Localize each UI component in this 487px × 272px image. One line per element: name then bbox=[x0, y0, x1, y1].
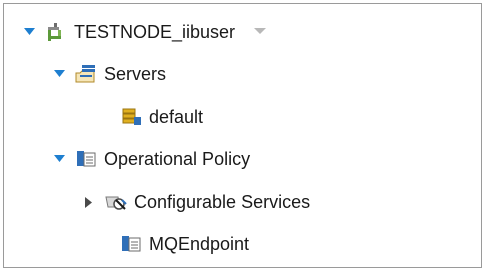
tree-node-label: TESTNODE_iibuser bbox=[74, 22, 236, 42]
navigator-tree-panel: TESTNODE_iibuser Servers default Operati… bbox=[3, 3, 482, 268]
integration-node-icon bbox=[44, 20, 68, 44]
expanded-chevron-icon[interactable] bbox=[22, 25, 36, 39]
expanded-chevron-icon[interactable] bbox=[52, 152, 66, 166]
tree-node-label: Operational Policy bbox=[104, 149, 251, 169]
tree-node-testnode[interactable]: TESTNODE_iibuser bbox=[22, 16, 267, 48]
expanded-chevron-icon[interactable] bbox=[52, 67, 66, 81]
mqendpoint-icon bbox=[119, 232, 143, 256]
tree-node-label: Configurable Services bbox=[134, 192, 311, 212]
operational-policy-icon bbox=[74, 147, 98, 171]
tree-node-configurable-services[interactable]: Configurable Services bbox=[82, 186, 310, 218]
configurable-services-icon bbox=[104, 190, 128, 214]
node-menu-dropdown-icon[interactable] bbox=[253, 25, 267, 39]
tree-node-servers[interactable]: Servers bbox=[52, 58, 166, 90]
tree-node-label: MQEndpoint bbox=[149, 234, 250, 254]
tree-node-label: Servers bbox=[104, 64, 167, 84]
collapsed-chevron-icon[interactable] bbox=[82, 195, 96, 209]
servers-folder-icon bbox=[74, 62, 98, 86]
integration-server-icon bbox=[119, 105, 143, 129]
tree-node-mqendpoint[interactable]: MQEndpoint bbox=[119, 228, 249, 260]
tree-node-operational-policy[interactable]: Operational Policy bbox=[52, 143, 250, 175]
tree-node-default[interactable]: default bbox=[119, 101, 203, 133]
tree-node-label: default bbox=[149, 107, 204, 127]
